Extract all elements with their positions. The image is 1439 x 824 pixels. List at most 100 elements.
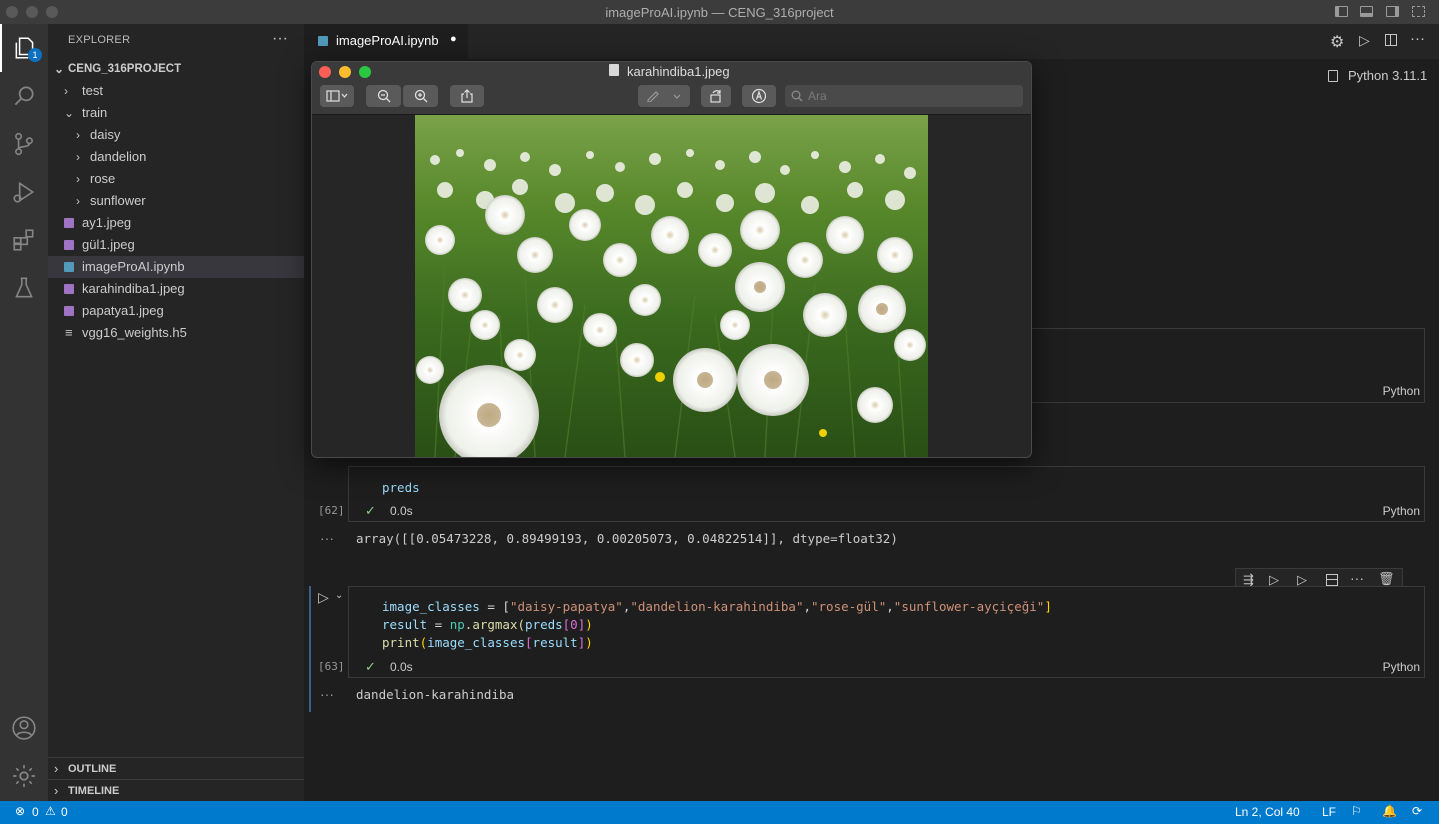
cell-code[interactable]: image_classes = ["daisy-papatya","dandel… bbox=[382, 598, 1052, 652]
cell-code[interactable]: preds bbox=[382, 479, 420, 497]
notebook-file-icon bbox=[64, 262, 74, 272]
notebook-cell-62[interactable]: preds ✓ 0.0s Python bbox=[348, 466, 1425, 522]
tree-item-ay1-jpeg[interactable]: ay1.jpeg bbox=[48, 212, 304, 234]
share-button[interactable] bbox=[450, 85, 484, 107]
tree-item-vgg16-weights-h5[interactable]: ≡ vgg16_weights.h5 bbox=[48, 322, 304, 344]
feedback-icon[interactable]: ⚐ bbox=[1351, 804, 1362, 818]
accounts-icon[interactable] bbox=[0, 704, 48, 752]
remote-sync-icon[interactable]: ⟳ bbox=[1412, 804, 1422, 818]
zoom-out-button[interactable] bbox=[366, 85, 401, 107]
toggle-panel-icon[interactable] bbox=[1360, 6, 1373, 17]
warning-count[interactable]: 0 bbox=[61, 805, 68, 819]
tree-item-dandelion[interactable]: › dandelion bbox=[48, 146, 304, 168]
search-placeholder: Ara bbox=[808, 89, 827, 103]
image-file-icon bbox=[64, 218, 74, 228]
manage-gear-icon[interactable] bbox=[0, 752, 48, 800]
cell-language[interactable]: Python bbox=[1383, 384, 1420, 398]
image-file-icon bbox=[64, 240, 74, 250]
activity-bar: 1 bbox=[0, 24, 48, 801]
gear-icon[interactable]: ⚙ bbox=[1330, 32, 1344, 52]
run-all-icon[interactable]: ▷ bbox=[1359, 32, 1370, 49]
execution-count: [63] bbox=[318, 660, 345, 673]
close-window-button[interactable] bbox=[319, 66, 331, 78]
error-icon[interactable]: ⊗ bbox=[15, 804, 25, 818]
output-more-icon[interactable]: ··· bbox=[320, 530, 334, 546]
run-cell-icon[interactable]: ▷ bbox=[318, 589, 329, 606]
markup-pen-button[interactable] bbox=[638, 85, 690, 107]
cell-output: dandelion-karahindiba bbox=[356, 687, 515, 702]
chevron-down-icon: ⌄ bbox=[54, 62, 65, 76]
tree-item-gul1-jpeg[interactable]: gül1.jpeg bbox=[48, 234, 304, 256]
tree-item-test[interactable]: › test bbox=[48, 80, 304, 102]
chevron-right-icon: › bbox=[64, 84, 68, 98]
tree-item-train[interactable]: ⌄ train bbox=[48, 102, 304, 124]
source-control-icon[interactable] bbox=[0, 120, 48, 168]
tree-item-rose[interactable]: › rose bbox=[48, 168, 304, 190]
preview-window[interactable]: karahindiba1.jpeg Ara bbox=[311, 61, 1032, 458]
preview-search-field[interactable]: Ara bbox=[785, 85, 1023, 107]
testing-icon[interactable] bbox=[0, 264, 48, 312]
more-actions-icon[interactable]: ··· bbox=[1410, 30, 1425, 47]
window-title: imageProAI.ipynb — CENG_316project bbox=[605, 5, 834, 20]
notifications-bell-icon[interactable]: 🔔 bbox=[1382, 804, 1397, 818]
explorer-sidebar: EXPLORER ··· ⌄ CENG_316PROJECT › test ⌄ … bbox=[48, 24, 304, 801]
unsaved-indicator[interactable]: ● bbox=[450, 33, 457, 45]
notebook-cell-63[interactable]: image_classes = ["daisy-papatya","dandel… bbox=[348, 586, 1425, 678]
cell-focus-bar bbox=[309, 586, 311, 712]
outline-section[interactable]: › OUTLINE bbox=[48, 757, 304, 780]
toggle-secondary-sidebar-icon[interactable] bbox=[1386, 6, 1399, 17]
zoom-window-button[interactable] bbox=[359, 66, 371, 78]
run-debug-icon[interactable] bbox=[0, 168, 48, 216]
chevron-right-icon: › bbox=[76, 128, 80, 142]
zoom-in-button[interactable] bbox=[403, 85, 438, 107]
cell-language[interactable]: Python bbox=[1383, 660, 1420, 674]
timeline-section[interactable]: › TIMELINE bbox=[48, 779, 304, 802]
search-icon[interactable] bbox=[0, 72, 48, 120]
chevron-down-icon[interactable]: ⌄ bbox=[335, 590, 343, 601]
search-icon bbox=[791, 90, 803, 102]
preview-toolbar: karahindiba1.jpeg Ara bbox=[312, 62, 1031, 115]
exec-time: 0.0s bbox=[390, 660, 413, 674]
extensions-icon[interactable] bbox=[0, 216, 48, 264]
split-editor-icon[interactable] bbox=[1385, 34, 1397, 46]
check-icon: ✓ bbox=[365, 659, 376, 674]
toggle-sidebar-icon[interactable] bbox=[1335, 6, 1348, 17]
warning-icon[interactable]: ⚠ bbox=[45, 804, 56, 818]
tab-imageproai[interactable]: imageProAI.ipynb ● bbox=[304, 24, 468, 59]
tree-item-imageproai-ipynb[interactable]: imageProAI.ipynb bbox=[48, 256, 304, 278]
cell-language[interactable]: Python bbox=[1383, 504, 1420, 518]
project-folder[interactable]: ⌄ CENG_316PROJECT bbox=[48, 58, 304, 80]
dandelion-photo bbox=[415, 115, 928, 457]
sidebar-toggle-button[interactable] bbox=[320, 85, 354, 107]
explorer-badge: 1 bbox=[28, 48, 42, 62]
title-bar: imageProAI.ipynb — CENG_316project bbox=[0, 0, 1439, 24]
kernel-picker[interactable]: Python 3.11.1 bbox=[1348, 68, 1427, 83]
cursor-position[interactable]: Ln 2, Col 40 bbox=[1235, 805, 1300, 819]
file-lines-icon: ≡ bbox=[65, 325, 73, 340]
minimize-window-button[interactable] bbox=[339, 66, 351, 78]
document-icon bbox=[609, 64, 619, 76]
tree-item-daisy[interactable]: › daisy bbox=[48, 124, 304, 146]
explorer-icon[interactable]: 1 bbox=[0, 24, 48, 72]
kernel-icon bbox=[1328, 70, 1338, 82]
tree-item-papatya1-jpeg[interactable]: papatya1.jpeg bbox=[48, 300, 304, 322]
output-more-icon[interactable]: ··· bbox=[320, 686, 334, 702]
chevron-down-icon: ⌄ bbox=[64, 106, 75, 120]
delete-cell-icon[interactable]: 🗑 bbox=[1378, 571, 1395, 587]
end-of-line[interactable]: LF bbox=[1322, 805, 1336, 819]
explorer-more-actions-button[interactable]: ··· bbox=[272, 30, 288, 48]
chevron-right-icon: › bbox=[54, 761, 59, 776]
split-cell-icon[interactable] bbox=[1326, 574, 1338, 586]
chevron-right-icon: › bbox=[76, 150, 80, 164]
tree-item-sunflower[interactable]: › sunflower bbox=[48, 190, 304, 212]
error-count[interactable]: 0 bbox=[32, 805, 39, 819]
markup-toolbar-button[interactable] bbox=[742, 85, 776, 107]
tree-item-karahindiba1-jpeg[interactable]: karahindiba1.jpeg bbox=[48, 278, 304, 300]
customize-layout-icon[interactable] bbox=[1412, 6, 1425, 17]
exec-time: 0.0s bbox=[390, 504, 413, 518]
more-actions-icon[interactable]: ··· bbox=[1350, 570, 1364, 586]
rotate-button[interactable] bbox=[701, 85, 731, 107]
chevron-right-icon: › bbox=[76, 194, 80, 208]
tab-bar: imageProAI.ipynb ● ⚙ ▷ ··· bbox=[304, 24, 1439, 59]
explorer-header: EXPLORER bbox=[68, 34, 131, 46]
